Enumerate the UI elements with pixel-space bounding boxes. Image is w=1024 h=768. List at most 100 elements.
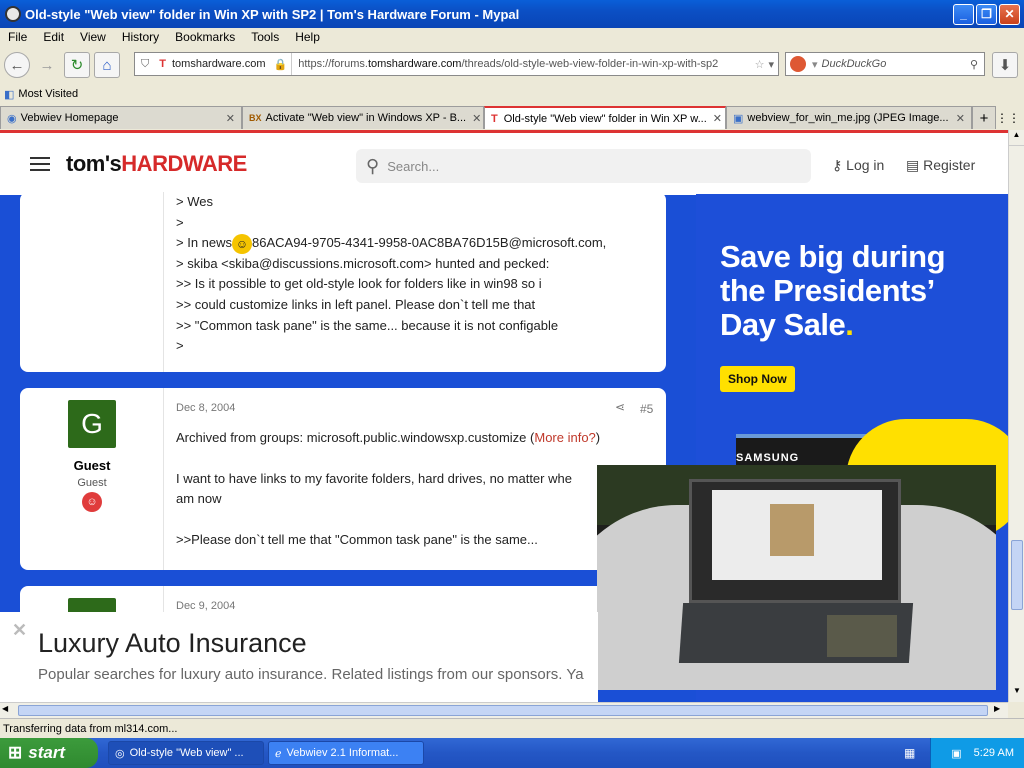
windows-logo-icon: ⊞ (8, 743, 23, 762)
quote-email: 86ACA94-9705-4341-9958-0AC8BA76D15B@micr… (252, 235, 607, 251)
tomshardware-favicon: T (491, 112, 498, 125)
bookmark-most-visited[interactable]: Most Visited (18, 88, 78, 100)
forum-post: G Guest Guest ☺ Dec 8, 2004 ⋖ #5 Archive… (20, 388, 666, 570)
video-laptop-touchpad (827, 615, 897, 657)
post-number[interactable]: #5 (640, 402, 653, 416)
smiley-emoji-icon: ☺ (232, 233, 253, 254)
start-button[interactable]: ⊞ start (0, 738, 98, 768)
scroll-left-arrow-icon[interactable]: ◀ (2, 704, 8, 713)
login-link[interactable]: ⚷ Log in (832, 157, 884, 174)
taskbar-item-label: Vebwiev 2.1 Informat... (286, 747, 399, 759)
home-button[interactable]: ⌂ (94, 52, 120, 78)
quote-line: > (176, 338, 184, 354)
close-button[interactable]: ✕ (999, 3, 1020, 25)
tab-close-icon[interactable]: ✕ (950, 112, 965, 125)
status-bar: Transferring data from ml314.com... (0, 718, 1024, 738)
address-bar[interactable]: ⛉ Ttomshardware.com 🔒 https://forums.toms… (134, 52, 779, 76)
site-search-input[interactable]: ⚲ Search... (356, 149, 811, 183)
new-tab-button[interactable]: + (972, 106, 996, 129)
url-text[interactable]: https://forums.tomshardware.com/threads/… (292, 58, 718, 70)
all-tabs-icon[interactable]: ⋮⋮ (996, 106, 1020, 130)
ie-icon: ℯ (275, 747, 282, 760)
share-icon[interactable]: ⋖ (615, 400, 625, 414)
vertical-scrollbar[interactable]: ▲ ▼ (1008, 130, 1024, 702)
tab-label: webview_for_win_me.jpg (JPEG Image... (747, 112, 949, 124)
menu-tools[interactable]: Tools (243, 30, 287, 44)
reload-button[interactable]: ↻ (64, 52, 90, 78)
bookmark-star-icon[interactable]: ☆ (755, 58, 769, 71)
tab-close-icon[interactable]: ✕ (707, 112, 722, 125)
post-body: Archived from groups: microsoft.public.w… (176, 428, 600, 550)
menu-file[interactable]: File (0, 30, 35, 44)
tab-webview-jpeg[interactable]: ▣ webview_for_win_me.jpg (JPEG Image... ✕ (726, 106, 972, 129)
search-icon[interactable]: ⚲ (970, 58, 984, 71)
search-bar[interactable]: ▾ DuckDuckGo ⚲ (785, 52, 985, 76)
back-button[interactable]: ← (4, 52, 30, 78)
menu-edit[interactable]: Edit (35, 30, 72, 44)
keyboard-icon[interactable]: ▦ (904, 746, 915, 760)
taskbar-item-mypal[interactable]: ◎ Old-style "Web view" ... (108, 741, 264, 765)
logo-suffix: HARDWARE (121, 151, 247, 176)
lock-icon: 🔒 (273, 58, 288, 71)
menu-bar: File Edit View History Bookmarks Tools H… (0, 28, 1024, 46)
shop-now-button[interactable]: Shop Now (720, 366, 795, 392)
forum-post: > Wes > > In news ☺ 86ACA94-9705-4341-9958… (20, 192, 666, 372)
scroll-down-arrow-icon[interactable]: ▼ (1009, 686, 1024, 702)
bookmark-folder-icon: ◧ (4, 88, 15, 101)
more-info-link[interactable]: More info? (534, 430, 595, 445)
key-icon: ⚷ (832, 157, 847, 173)
tab-close-icon[interactable]: ✕ (466, 112, 481, 125)
samsung-logo: SAMSUNG (736, 452, 800, 464)
forward-button[interactable]: → (34, 52, 60, 78)
menu-help[interactable]: Help (287, 30, 328, 44)
shield-icon[interactable]: ⛉ (135, 58, 155, 71)
tab-strip: ◉ Vebwiev Homepage ✕ BX Activate "Web view"… (0, 106, 1024, 130)
video-laptop-screen (689, 479, 901, 603)
post-text-line: I want to have links to my favorite fold… (176, 470, 572, 486)
scrollbar-thumb[interactable] (18, 705, 988, 716)
post-date[interactable]: Dec 8, 2004 (176, 402, 235, 414)
site-logo[interactable]: tom'sHARDWARE (66, 151, 247, 177)
quote-line: >> Is it possible to get old-style look … (176, 276, 542, 292)
menu-history[interactable]: History (114, 30, 167, 44)
sticky-banner-ad[interactable]: ✕ Luxury Auto Insurance Popular searches… (0, 612, 598, 702)
maximize-button[interactable]: ❐ (976, 3, 997, 25)
hamburger-menu-icon[interactable] (30, 153, 50, 175)
network-icon[interactable]: ▣ (951, 747, 961, 760)
search-engine-dropdown-icon[interactable]: ▾ (812, 58, 818, 71)
bx-favicon: BX (249, 113, 262, 123)
video-photo-thumb (770, 504, 814, 556)
register-label: Register (923, 157, 976, 173)
post-body: > Wes > > In news ☺ 86ACA94-9705-4341-9958… (176, 192, 606, 357)
tab-vebwiev-homepage[interactable]: ◉ Vebwiev Homepage ✕ (0, 106, 242, 129)
post-date[interactable]: Dec 9, 2004 (176, 600, 235, 612)
tab-old-style-web-view[interactable]: T Old-style "Web view" folder in Win XP w… (484, 106, 726, 129)
horizontal-scrollbar[interactable]: ◀ ▶ (0, 702, 1008, 718)
username[interactable]: Guest (20, 458, 164, 473)
menu-view[interactable]: View (72, 30, 114, 44)
scroll-right-arrow-icon[interactable]: ▶ (994, 704, 1000, 713)
banner-title[interactable]: Luxury Auto Insurance (38, 628, 307, 659)
close-ad-icon[interactable]: ✕ (12, 620, 27, 641)
menu-bookmarks[interactable]: Bookmarks (167, 30, 243, 44)
tab-close-icon[interactable]: ✕ (220, 112, 235, 125)
scroll-up-arrow-icon[interactable]: ▲ (1009, 130, 1024, 146)
register-link[interactable]: ▤ Register (906, 157, 975, 174)
avatar[interactable]: G (68, 400, 116, 448)
tab-activate-web-view[interactable]: BX Activate "Web view" in Windows XP - B.… (242, 106, 484, 129)
minimize-button[interactable]: _ (953, 3, 974, 25)
site-identity[interactable]: Ttomshardware.com 🔒 (155, 53, 293, 75)
tab-label: Vebwiev Homepage (20, 112, 119, 124)
floating-video-player[interactable] (597, 465, 996, 690)
news-prefix: > In news (176, 235, 233, 251)
browser-icon: ◎ (115, 747, 125, 760)
archived-text: Archived from groups: microsoft.public.w… (176, 430, 535, 445)
globe-icon: ◉ (7, 112, 17, 125)
url-dropdown-icon[interactable]: ▾ (768, 58, 778, 71)
clock[interactable]: 5:29 AM (974, 747, 1014, 759)
duckduckgo-icon (790, 56, 806, 72)
downloads-button[interactable]: ⬇ (992, 52, 1018, 78)
status-text: Transferring data from ml314.com... (3, 722, 178, 735)
scrollbar-thumb[interactable] (1011, 540, 1023, 610)
taskbar-item-vebwiev[interactable]: ℯ Vebwiev 2.1 Informat... (268, 741, 424, 765)
